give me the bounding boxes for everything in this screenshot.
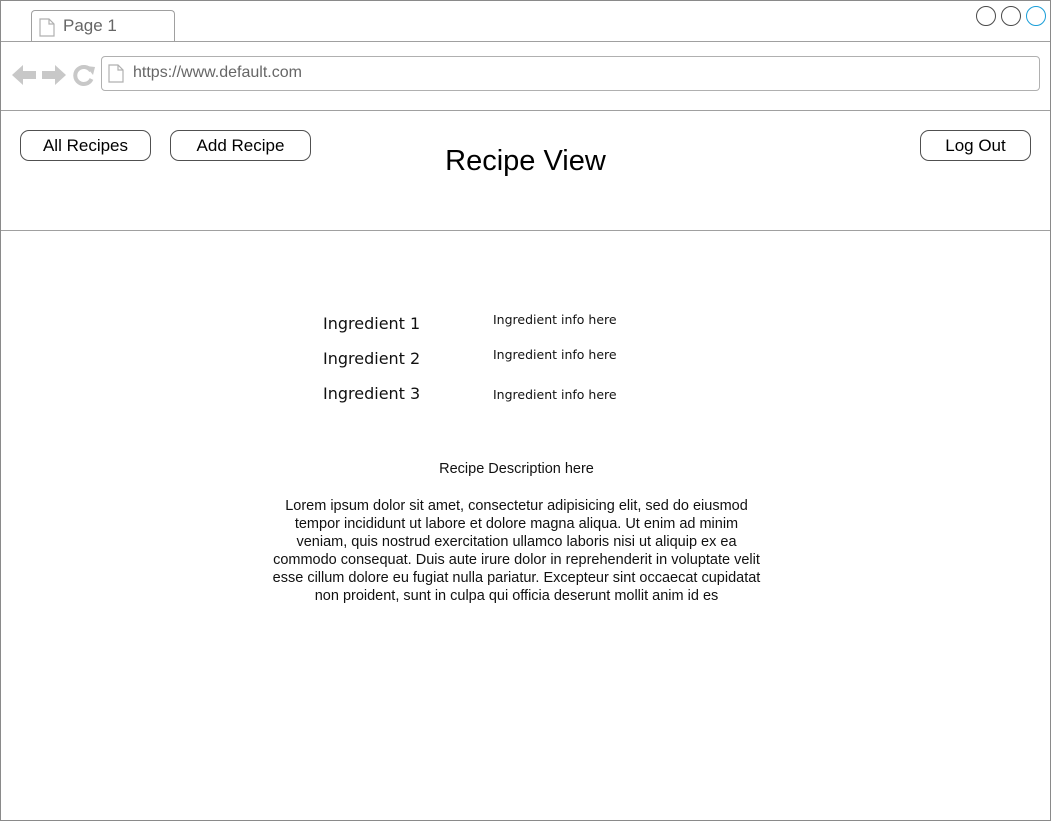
- minimize-icon[interactable]: [976, 6, 996, 26]
- ingredient-info: Ingredient info here: [493, 387, 617, 402]
- url-text[interactable]: https://www.default.com: [133, 64, 302, 82]
- ingredient-info: Ingredient info here: [493, 347, 617, 362]
- description-body: Lorem ipsum dolor sit amet, consectetur …: [272, 498, 761, 604]
- page-title: Recipe View: [445, 145, 606, 177]
- address-bar[interactable]: https://www.default.com: [101, 56, 1040, 91]
- back-arrow-icon[interactable]: [11, 64, 37, 91]
- page-header: All Recipes Add Recipe Recipe View Log O…: [1, 111, 1050, 231]
- browser-window: Page 1 https://www.default.com All Recip…: [0, 0, 1051, 821]
- browser-tab[interactable]: Page 1: [31, 10, 175, 41]
- forward-arrow-icon[interactable]: [41, 64, 67, 91]
- maximize-icon[interactable]: [1026, 6, 1046, 26]
- ingredient-info: Ingredient info here: [493, 312, 617, 327]
- ingredient-name: Ingredient 3: [323, 384, 421, 403]
- tab-label: Page 1: [63, 16, 117, 35]
- ingredient-name: Ingredient 1: [323, 314, 421, 333]
- ingredient-name: Ingredient 2: [323, 349, 421, 368]
- log-out-button[interactable]: Log Out: [920, 130, 1031, 161]
- navigation-bar: https://www.default.com: [1, 42, 1050, 111]
- tab-bar: Page 1: [1, 1, 1050, 42]
- doc-icon: [39, 18, 55, 42]
- doc-icon: [108, 64, 124, 88]
- restore-icon[interactable]: [1001, 6, 1021, 26]
- reload-icon[interactable]: [72, 64, 96, 91]
- description-title: Recipe Description here: [439, 461, 594, 477]
